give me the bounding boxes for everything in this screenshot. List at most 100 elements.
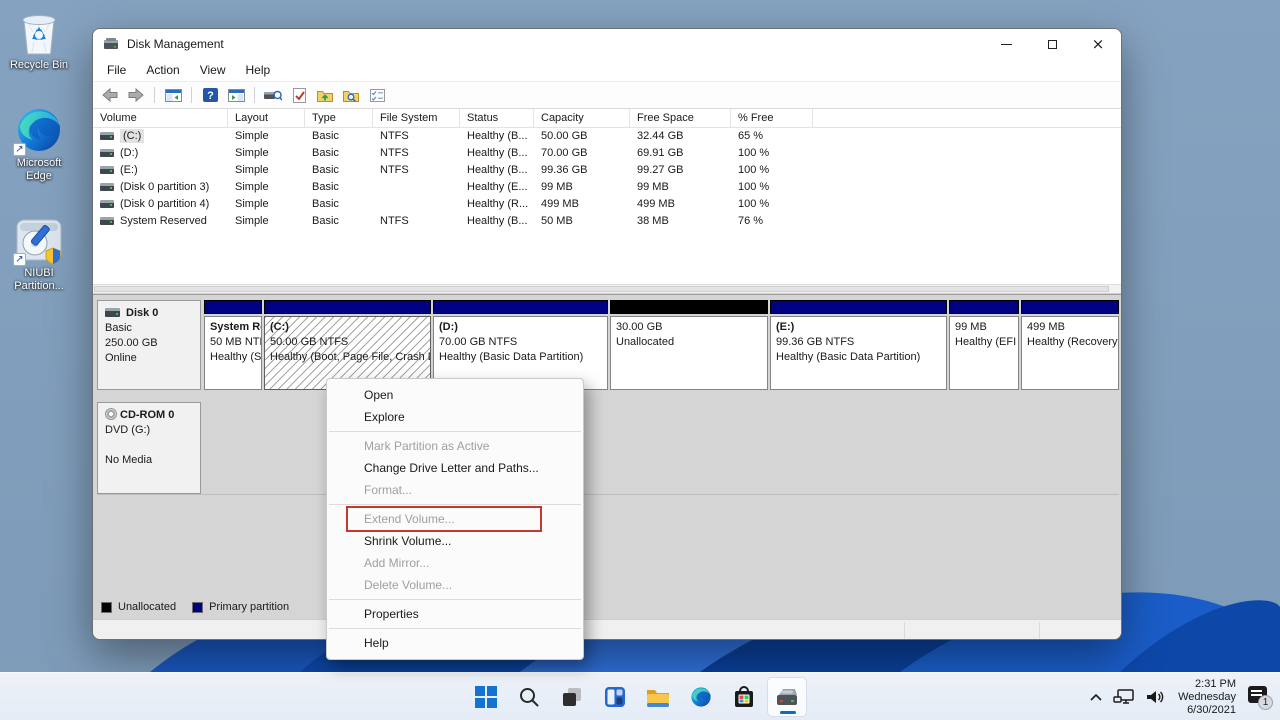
column-header-file-system[interactable]: File System bbox=[373, 109, 460, 128]
title-bar[interactable]: Disk Management × bbox=[93, 29, 1121, 59]
back-button[interactable] bbox=[100, 85, 120, 105]
folder-up-button[interactable] bbox=[315, 85, 335, 105]
legend-unallocated: Unallocated bbox=[101, 601, 176, 613]
desktop-icon-microsoft-edge[interactable]: ↗ MicrosoftEdge bbox=[0, 106, 78, 183]
graphical-view: Disk 0 Basic 250.00 GB Online System Res… bbox=[93, 294, 1121, 619]
partition-status: Healthy (Boot, Page File, Crash Dump, Pr… bbox=[270, 350, 425, 365]
menu-item-help[interactable]: Help bbox=[327, 632, 583, 654]
clock-time: 2:31 PM bbox=[1178, 678, 1236, 691]
volume-icon bbox=[100, 217, 114, 225]
partition-e[interactable]: (E:) 99.36 GB NTFS Healthy (Basic Data P… bbox=[770, 300, 947, 390]
partition-recovery[interactable]: 499 MB Healthy (Recovery Partition) bbox=[1021, 300, 1119, 390]
table-row-d[interactable]: (D:) Simple Basic NTFS Healthy (B... 70.… bbox=[93, 145, 1121, 162]
volume-icon bbox=[100, 200, 114, 208]
desktop-icon-recycle-bin[interactable]: Recycle Bin bbox=[0, 8, 78, 72]
folder-search-button[interactable] bbox=[341, 85, 361, 105]
show-console-tree-button[interactable] bbox=[163, 85, 183, 105]
maximize-button[interactable] bbox=[1029, 29, 1075, 59]
primary-partition-swatch-icon bbox=[192, 602, 203, 613]
help-button[interactable]: ? bbox=[200, 85, 220, 105]
details-list-icon bbox=[370, 89, 385, 102]
menu-item-shrink-volume[interactable]: Shrink Volume... bbox=[327, 530, 583, 552]
disk0-name: Disk 0 bbox=[126, 307, 158, 319]
search-icon bbox=[518, 686, 540, 708]
minimize-button[interactable] bbox=[983, 29, 1029, 59]
cell-capacity: 50 MB bbox=[534, 213, 630, 230]
volume-icon bbox=[1145, 689, 1165, 705]
notification-center-button[interactable]: 1 bbox=[1248, 686, 1272, 708]
table-row-system-reserved[interactable]: System Reserved Simple Basic NTFS Health… bbox=[93, 213, 1121, 230]
partition-size: 50 MB NTFS bbox=[210, 335, 256, 350]
cell-fs bbox=[373, 196, 460, 213]
menu-item-explore[interactable]: Explore bbox=[327, 406, 583, 428]
volume-button[interactable] bbox=[1145, 689, 1165, 705]
menu-item-properties[interactable]: Properties bbox=[327, 603, 583, 625]
column-header-type[interactable]: Type bbox=[305, 109, 373, 128]
column-header-status[interactable]: Status bbox=[460, 109, 534, 128]
column-header-volume[interactable]: Volume bbox=[93, 109, 228, 128]
forward-button[interactable] bbox=[126, 85, 146, 105]
disk0-info-panel[interactable]: Disk 0 Basic 250.00 GB Online bbox=[97, 300, 201, 390]
menu-item-change-drive-letter[interactable]: Change Drive Letter and Paths... bbox=[327, 457, 583, 479]
partition-efi[interactable]: 99 MB Healthy (EFI System Partition) bbox=[949, 300, 1019, 390]
partition-label: (D:) bbox=[439, 320, 602, 335]
network-button[interactable] bbox=[1113, 688, 1135, 706]
partition-unallocated[interactable]: 30.00 GB Unallocated bbox=[610, 300, 768, 390]
menu-action[interactable]: Action bbox=[136, 61, 189, 79]
column-header-free-space[interactable]: Free Space bbox=[630, 109, 731, 128]
details-list-button[interactable] bbox=[367, 85, 387, 105]
partition-c-selected[interactable]: (C:) 50.00 GB NTFS Healthy (Boot, Page F… bbox=[264, 300, 431, 390]
primary-partition-bar bbox=[204, 300, 262, 314]
partition-size: 499 MB bbox=[1027, 320, 1113, 335]
edge-icon: ↗ bbox=[15, 106, 63, 154]
partition-d[interactable]: (D:) 70.00 GB NTFS Healthy (Basic Data P… bbox=[433, 300, 608, 390]
hidden-icons-button[interactable] bbox=[1089, 692, 1103, 702]
clock[interactable]: 2:31 PM Wednesday 6/30/2021 bbox=[1178, 678, 1236, 717]
widgets-button[interactable] bbox=[595, 677, 635, 717]
desktop-icon-niubi-partition[interactable]: ↗ NIUBIPartition... bbox=[0, 216, 78, 293]
table-row-c[interactable]: (C:) Simple Basic NTFS Healthy (B... 50.… bbox=[93, 128, 1121, 145]
table-row-e[interactable]: (E:) Simple Basic NTFS Healthy (B... 99.… bbox=[93, 162, 1121, 179]
task-view-icon bbox=[561, 686, 583, 708]
start-button[interactable] bbox=[466, 677, 506, 717]
menu-file[interactable]: File bbox=[97, 61, 136, 79]
task-view-button[interactable] bbox=[552, 677, 592, 717]
store-button[interactable] bbox=[724, 677, 764, 717]
partition-status: Healthy (System, Active, Primary Partiti… bbox=[210, 350, 256, 365]
file-explorer-button[interactable] bbox=[638, 677, 678, 717]
cdrom-info-panel[interactable]: CD-ROM 0 DVD (G:) No Media bbox=[97, 402, 201, 494]
cell-fs: NTFS bbox=[373, 128, 460, 145]
partition-status: Healthy (Basic Data Partition) bbox=[439, 350, 602, 365]
check-document-button[interactable] bbox=[289, 85, 309, 105]
disk0-status: Online bbox=[105, 351, 193, 366]
volume-icon bbox=[100, 166, 114, 174]
minimize-icon bbox=[1001, 44, 1012, 45]
folder-up-icon bbox=[317, 89, 333, 102]
horizontal-scrollbar[interactable] bbox=[93, 284, 1121, 294]
disk-probe-button[interactable] bbox=[263, 85, 283, 105]
toolbar-separator bbox=[191, 87, 192, 103]
niubi-partition-icon: ↗ bbox=[15, 216, 63, 264]
edge-button[interactable] bbox=[681, 677, 721, 717]
close-button[interactable]: × bbox=[1075, 29, 1121, 59]
cdrom-name: CD-ROM 0 bbox=[120, 409, 174, 421]
menu-view[interactable]: View bbox=[190, 61, 236, 79]
table-row-partition3[interactable]: (Disk 0 partition 3) Simple Basic Health… bbox=[93, 179, 1121, 196]
search-button[interactable] bbox=[509, 677, 549, 717]
column-header-capacity[interactable]: Capacity bbox=[534, 109, 630, 128]
cell-free: 99 MB bbox=[630, 179, 731, 196]
check-document-icon bbox=[293, 88, 306, 103]
table-row-partition4[interactable]: (Disk 0 partition 4) Simple Basic Health… bbox=[93, 196, 1121, 213]
show-action-pane-button[interactable] bbox=[226, 85, 246, 105]
menu-help[interactable]: Help bbox=[236, 61, 281, 79]
cell-status: Healthy (B... bbox=[460, 162, 534, 179]
cell-status: Healthy (B... bbox=[460, 213, 534, 230]
partition-system-reserved[interactable]: System Reserved 50 MB NTFS Healthy (Syst… bbox=[204, 300, 262, 390]
scrollbar-thumb[interactable] bbox=[94, 286, 1109, 292]
partition-size: 99 MB bbox=[955, 320, 1013, 335]
column-header-layout[interactable]: Layout bbox=[228, 109, 305, 128]
menu-item-open[interactable]: Open bbox=[327, 384, 583, 406]
column-header-pct-free[interactable]: % Free bbox=[731, 109, 813, 128]
partition-label: (E:) bbox=[776, 320, 941, 335]
disk-management-taskbar-button[interactable] bbox=[767, 677, 807, 717]
